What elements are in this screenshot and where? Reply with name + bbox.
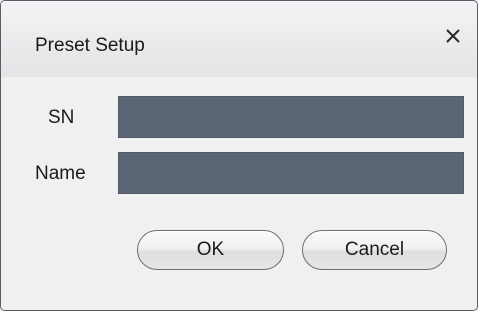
close-icon: [446, 29, 460, 43]
preset-setup-dialog: Preset Setup SN Name OK Cancel: [0, 0, 478, 311]
close-button[interactable]: [439, 22, 467, 50]
dialog-title: Preset Setup: [35, 35, 145, 56]
sn-label: SN: [48, 107, 75, 128]
cancel-button-label: Cancel: [344, 239, 405, 260]
name-label: Name: [35, 163, 86, 184]
dialog-titlebar[interactable]: Preset Setup: [1, 1, 477, 77]
ok-button-label: OK: [196, 239, 225, 260]
name-field[interactable]: [118, 152, 464, 194]
ok-button[interactable]: OK: [137, 230, 284, 270]
cancel-button[interactable]: Cancel: [302, 230, 447, 270]
sn-field[interactable]: [118, 96, 464, 138]
